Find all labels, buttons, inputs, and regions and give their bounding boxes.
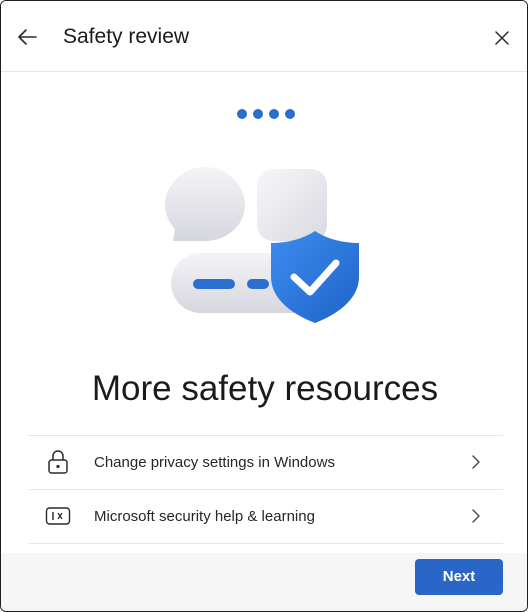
progress-dot bbox=[285, 109, 295, 119]
dialog-footer: Next bbox=[1, 553, 527, 611]
lock-icon bbox=[45, 449, 71, 475]
page-heading: More safety resources bbox=[91, 369, 439, 408]
progress-dot bbox=[269, 109, 279, 119]
list-item-privacy-settings[interactable]: Change privacy settings in Windows bbox=[29, 436, 503, 490]
dialog-header: Safety review bbox=[1, 1, 527, 72]
shield-checkmark-illustration bbox=[165, 167, 359, 323]
hero-illustration bbox=[165, 159, 371, 329]
safety-review-dialog: Safety review More safety resources Chan… bbox=[0, 0, 528, 612]
back-button[interactable] bbox=[13, 23, 41, 51]
dialog-title: Safety review bbox=[63, 25, 190, 48]
chevron-right-icon bbox=[469, 507, 483, 525]
progress-dots bbox=[237, 109, 295, 119]
close-button[interactable] bbox=[489, 25, 515, 51]
back-arrow-icon bbox=[18, 29, 37, 45]
list-item-label: Change privacy settings in Windows bbox=[94, 454, 335, 471]
list-item-security-help[interactable]: Microsoft security help & learning bbox=[29, 490, 503, 544]
help-learning-icon bbox=[45, 503, 71, 529]
progress-dot bbox=[253, 109, 263, 119]
resources-list: Change privacy settings in Windows Micro… bbox=[29, 435, 503, 544]
close-icon bbox=[495, 31, 509, 45]
list-item-label: Microsoft security help & learning bbox=[94, 508, 315, 525]
next-button[interactable]: Next bbox=[415, 559, 503, 595]
chevron-right-icon bbox=[469, 453, 483, 471]
progress-dot bbox=[237, 109, 247, 119]
